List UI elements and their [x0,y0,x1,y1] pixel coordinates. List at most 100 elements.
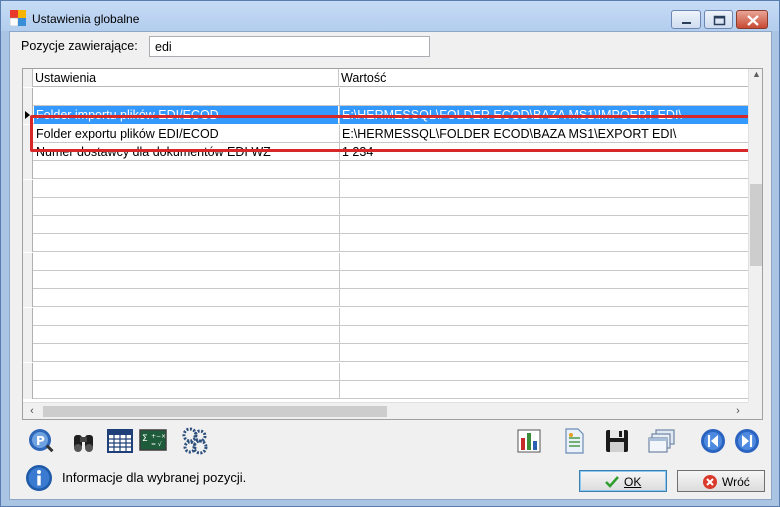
table-row[interactable]: Folder importu plików EDI/ECOD E:\HERMESS… [23,106,748,125]
value-cell[interactable] [339,179,748,198]
minimize-icon [682,22,691,24]
row-indicator[interactable] [23,106,33,125]
row-indicator[interactable] [23,271,33,289]
svg-text:= √: = √ [151,441,162,448]
row-indicator[interactable] [23,179,33,198]
setting-cell[interactable] [34,253,338,271]
value-cell[interactable] [339,161,748,180]
table-row[interactable] [23,344,748,363]
scroll-up-icon[interactable]: ▲ [751,69,762,84]
value-cell[interactable] [339,344,748,363]
table-row[interactable] [23,88,748,106]
table-row[interactable]: Folder exportu plików EDI/ECOD E:\HERMESS… [23,124,748,143]
row-indicator[interactable] [23,252,33,271]
value-cell[interactable] [339,216,748,235]
search-page-icon[interactable]: P [26,426,56,456]
row-indicator[interactable] [23,216,33,235]
horizontal-scroll-thumb[interactable] [43,406,387,417]
value-cell[interactable] [339,362,748,381]
table-row[interactable] [23,179,748,198]
back-button[interactable]: Wróć [677,470,765,492]
setting-cell[interactable]: Numer dostawcy dla dokumentów EDI WZ [34,143,338,161]
value-cell[interactable]: 1 234 [339,142,748,161]
setting-cell[interactable]: Folder importu plików EDI/ECOD [34,106,338,125]
scroll-right-icon[interactable]: › [731,404,745,419]
value-cell[interactable] [339,325,748,344]
table-grid-icon[interactable] [105,426,135,456]
row-indicator[interactable] [23,325,33,344]
setting-cell[interactable] [34,326,338,344]
title-bar[interactable]: Ustawienia globalne [1,1,779,31]
setting-cell[interactable] [34,234,338,252]
setting-cell[interactable] [34,289,338,307]
value-cell[interactable] [339,234,748,253]
table-row[interactable] [23,216,748,235]
table-row[interactable] [23,289,748,308]
save-icon[interactable] [602,426,632,456]
windows-icon[interactable] [647,426,677,456]
column-header-value[interactable]: Wartość [341,71,386,85]
value-cell[interactable]: E:\HERMESSQL\FOLDER ECOD\BAZA MS1\EXPORT… [339,124,748,143]
table-row[interactable]: Numer dostawcy dla dokumentów EDI WZ 1 23… [23,142,748,161]
table-row[interactable] [23,380,748,399]
row-indicator[interactable] [23,124,33,143]
row-indicator[interactable] [23,344,33,363]
row-indicator[interactable] [23,307,33,326]
row-indicator[interactable] [23,161,33,180]
formula-icon[interactable]: Σ +−× = √ [138,426,168,456]
binoculars-icon[interactable] [69,426,99,456]
column-header-settings[interactable]: Ustawienia [35,71,96,85]
setting-cell[interactable]: Folder exportu plików EDI/ECOD [34,125,338,143]
setting-cell[interactable] [34,88,338,106]
value-cell[interactable] [339,307,748,326]
table-row[interactable] [23,161,748,180]
row-indicator[interactable] [23,142,33,161]
next-icon[interactable] [732,426,762,456]
row-indicator[interactable] [23,380,33,399]
table-row[interactable] [23,307,748,326]
setting-cell[interactable] [34,308,338,326]
value-cell[interactable] [339,289,748,308]
chart-icon[interactable] [514,426,544,456]
vertical-scrollbar[interactable]: ▲ [748,69,762,402]
document-icon[interactable] [559,426,589,456]
table-row[interactable] [23,234,748,253]
ok-button[interactable]: OK [579,470,667,492]
setting-cell[interactable] [34,381,338,399]
value-cell[interactable] [339,88,748,106]
row-indicator[interactable] [23,197,33,216]
table-row[interactable] [23,362,748,381]
value-cell[interactable]: E:\HERMESSQL\FOLDER ECOD\BAZA MS1\IMPOER… [339,106,748,125]
filter-input[interactable] [149,36,430,57]
setting-cell[interactable] [34,344,338,362]
setting-cell[interactable] [34,198,338,216]
close-button[interactable] [736,10,768,29]
horizontal-scrollbar[interactable]: ‹ › [23,402,748,419]
maximize-button[interactable] [704,10,733,29]
vertical-scroll-thumb[interactable] [750,184,762,266]
value-cell[interactable] [339,271,748,289]
table-row[interactable] [23,252,748,271]
setting-cell[interactable] [34,161,338,179]
column-divider[interactable] [338,69,339,87]
settings-grid[interactable]: Ustawienia Wartość Folder importu plików… [22,68,763,420]
setting-cell[interactable] [34,363,338,381]
row-indicator[interactable] [23,234,33,253]
scroll-left-icon[interactable]: ‹ [25,404,39,419]
minimize-button[interactable] [671,10,701,29]
value-cell[interactable] [339,197,748,216]
gears-icon[interactable] [180,426,210,456]
value-cell[interactable] [339,252,748,271]
value-cell[interactable] [339,380,748,399]
table-row[interactable] [23,271,748,289]
table-row[interactable] [23,197,748,216]
setting-cell[interactable] [34,180,338,198]
setting-cell[interactable] [34,216,338,234]
row-indicator[interactable] [23,88,33,106]
row-indicator[interactable] [23,362,33,381]
info-icon[interactable] [25,464,53,492]
table-row[interactable] [23,325,748,344]
row-indicator[interactable] [23,289,33,308]
setting-cell[interactable] [34,271,338,289]
prev-icon[interactable] [698,426,728,456]
